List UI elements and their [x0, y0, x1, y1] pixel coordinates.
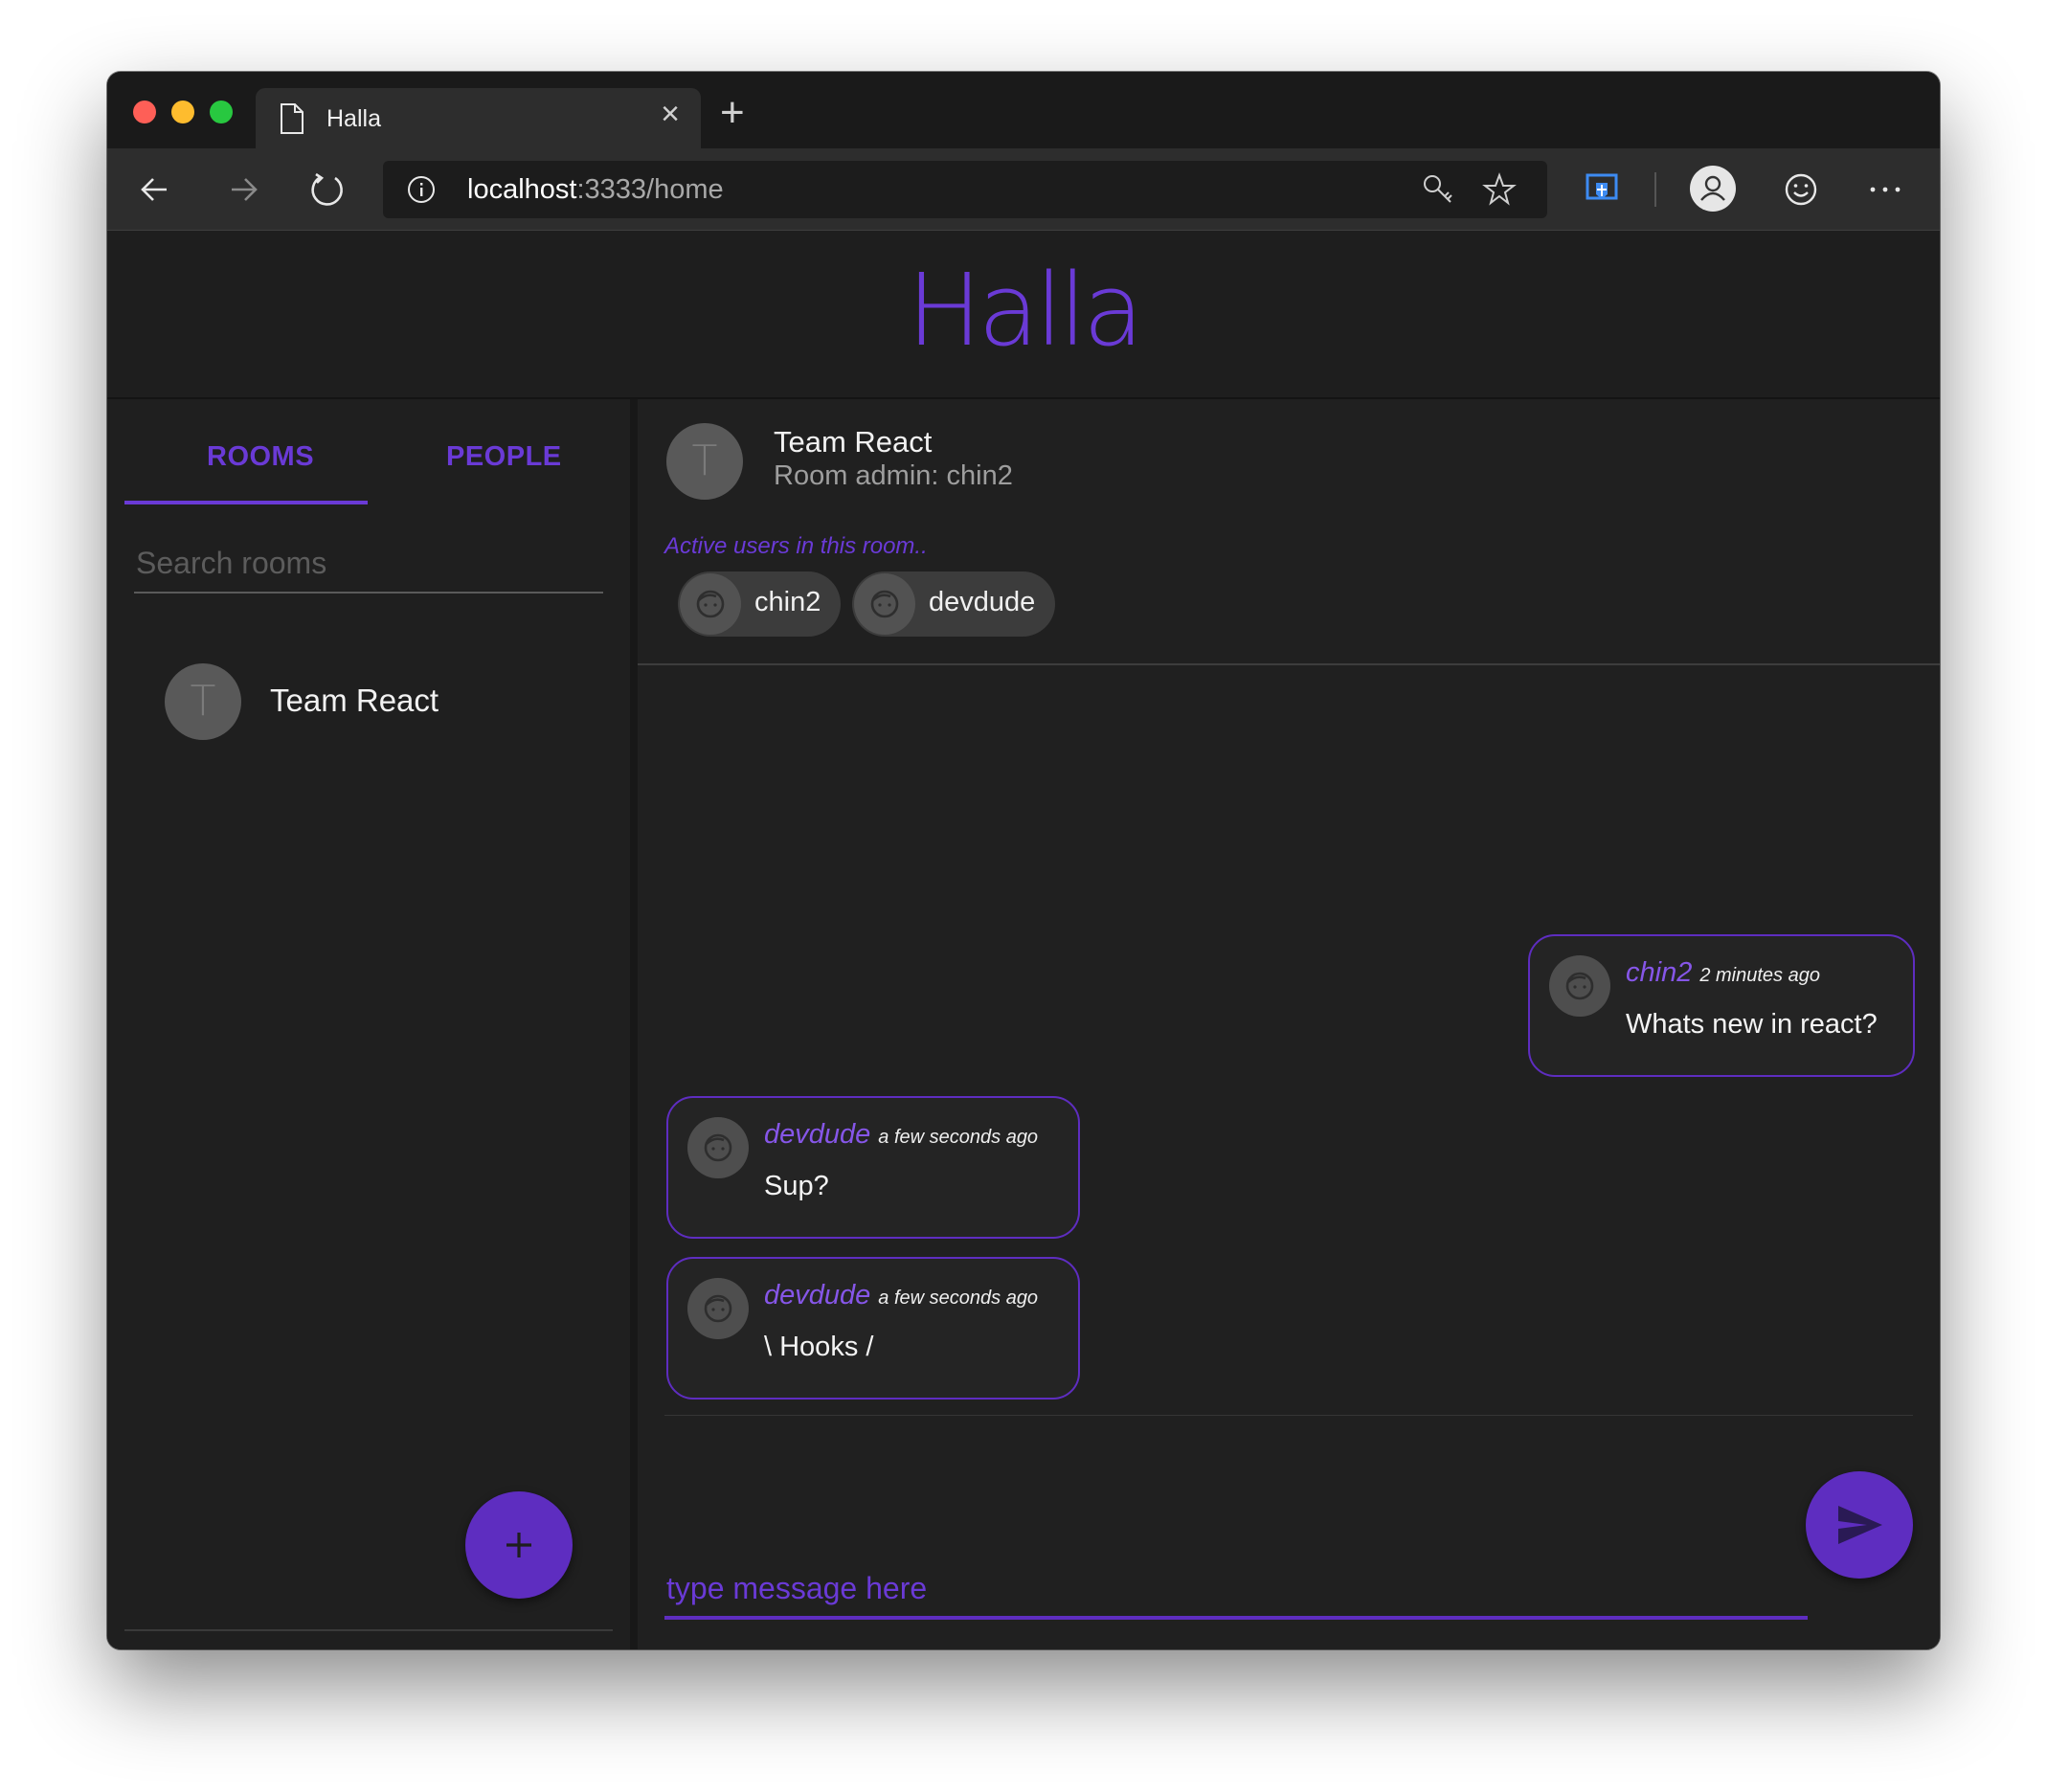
maximize-window-button[interactable] [210, 101, 233, 123]
address-bar[interactable]: localhost:3333/home [383, 161, 1547, 218]
back-icon[interactable] [134, 168, 178, 212]
sidebar: ROOMS PEOPLE T Team React [107, 399, 630, 1649]
message-author-name: chin2 [1626, 957, 1693, 988]
shield-icon[interactable] [1582, 169, 1622, 210]
active-user-chip[interactable]: chin2 [678, 571, 841, 637]
add-room-button[interactable] [465, 1491, 573, 1599]
message-author-name: devdude [764, 1280, 871, 1310]
close-window-button[interactable] [133, 101, 156, 123]
url-path: :3333/home [576, 174, 724, 205]
tab-title: Halla [326, 105, 381, 132]
active-user-name: devdude [929, 587, 1036, 617]
user-avatar-icon [687, 1278, 749, 1339]
room-title: Team React [774, 425, 933, 459]
url-host: localhost [467, 174, 577, 205]
document-icon [281, 103, 304, 134]
tab-bar: Halla × + [107, 72, 1940, 148]
message-composer [664, 1560, 1808, 1620]
active-tab-indicator [124, 501, 368, 504]
new-tab-icon[interactable]: + [720, 89, 745, 137]
user-avatar-icon [854, 573, 915, 635]
info-icon[interactable] [407, 175, 436, 204]
message-author: devdude a few seconds ago [764, 1119, 1038, 1151]
message-input[interactable] [664, 1560, 1808, 1620]
room-header: T Team React Room admin: chin2 Active us… [638, 399, 1940, 665]
active-user-name: chin2 [754, 587, 821, 617]
tab-rooms[interactable]: ROOMS [207, 441, 314, 473]
search-rooms-field [134, 538, 607, 594]
reload-icon[interactable] [305, 168, 349, 212]
message-time: a few seconds ago [878, 1127, 1039, 1148]
message-bubble: devdude a few seconds ago Sup? [666, 1096, 1080, 1239]
url-text: localhost:3333/home [467, 174, 724, 206]
close-tab-icon[interactable]: × [651, 96, 689, 133]
browser-window: Halla × + localhost:3333/home Halla ROOM… [107, 72, 1940, 1649]
composer-divider [664, 1415, 1913, 1416]
room-avatar: T [165, 663, 241, 740]
chat-panel: T Team React Room admin: chin2 Active us… [638, 399, 1940, 1649]
user-avatar-icon [1549, 955, 1610, 1017]
active-users-label: Active users in this room.. [664, 533, 928, 559]
message-bubble: chin2 2 minutes ago Whats new in react? [1528, 934, 1915, 1077]
message-text: Sup? [764, 1171, 829, 1201]
message-bubble: devdude a few seconds ago \ Hooks / [666, 1257, 1080, 1400]
message-text: \ Hooks / [764, 1332, 874, 1362]
message-time: 2 minutes ago [1699, 965, 1820, 986]
message-text: Whats new in react? [1626, 1009, 1878, 1040]
room-header-avatar: T [666, 423, 743, 500]
profile-icon [1700, 175, 1725, 201]
user-avatar-icon [687, 1117, 749, 1178]
search-rooms-input[interactable] [134, 538, 607, 588]
tab-people[interactable]: PEOPLE [446, 441, 562, 473]
plus-icon [506, 1533, 531, 1557]
user-avatar-icon [680, 573, 741, 635]
minimize-window-button[interactable] [171, 101, 194, 123]
app-title: Halla [907, 252, 1143, 369]
emoji-feedback-icon[interactable] [1781, 169, 1821, 210]
app-header: Halla [107, 231, 1940, 399]
room-admin: Room admin: chin2 [774, 460, 1013, 491]
send-icon [1838, 1506, 1882, 1544]
profile-button[interactable] [1690, 166, 1736, 212]
send-button[interactable] [1806, 1471, 1913, 1579]
panel-divider [630, 399, 638, 1649]
browser-tab[interactable]: Halla × [256, 88, 701, 148]
sidebar-bottom-divider [124, 1629, 613, 1631]
star-icon[interactable] [1482, 172, 1517, 207]
room-name: Team React [270, 683, 439, 718]
sidebar-tabs: ROOMS PEOPLE [124, 399, 613, 504]
navigation-bar: localhost:3333/home [107, 148, 1940, 231]
active-user-chip[interactable]: devdude [852, 571, 1055, 637]
key-icon[interactable] [1421, 172, 1455, 207]
room-list-item[interactable]: T Team React [165, 663, 567, 742]
toolbar-separator [1654, 172, 1656, 207]
app-content: Halla ROOMS PEOPLE T Team React [107, 231, 1940, 1649]
message-author-name: devdude [764, 1119, 871, 1150]
forward-icon[interactable] [220, 168, 264, 212]
message-time: a few seconds ago [878, 1288, 1039, 1309]
more-menu-icon[interactable] [1865, 169, 1905, 210]
message-author: devdude a few seconds ago [764, 1280, 1038, 1311]
message-author: chin2 2 minutes ago [1626, 957, 1820, 989]
